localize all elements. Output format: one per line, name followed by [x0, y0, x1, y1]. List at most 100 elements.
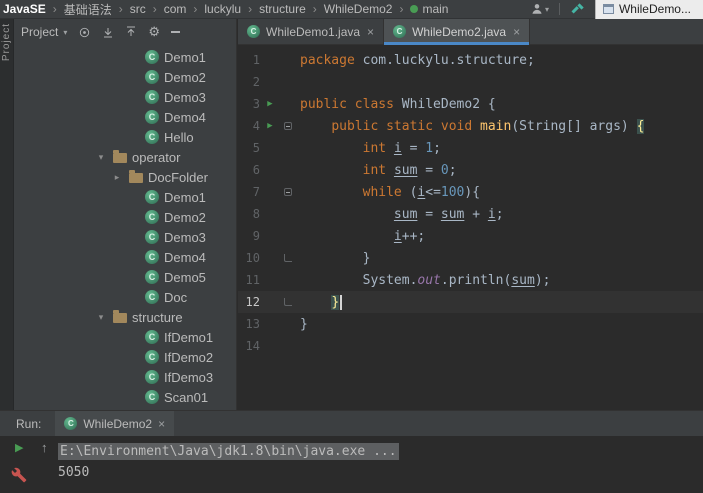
code-line-6[interactable]: 6 int sum = 0; [238, 159, 703, 181]
close-icon[interactable]: × [367, 25, 374, 39]
tree-item-Demo4[interactable]: C Demo4 [14, 107, 236, 127]
code-line-8[interactable]: 8 sum = sum + i; [238, 203, 703, 225]
folder-icon [129, 170, 143, 183]
code-line-text: int sum = 0; [362, 162, 457, 178]
tree-item-label: Demo1 [164, 49, 206, 65]
code-line-text: sum = sum + i; [393, 206, 504, 222]
code-line-text: while (i<=100){ [362, 184, 481, 200]
tree-item-structure[interactable]: ▾ structure [14, 307, 236, 327]
class-icon: C [145, 390, 159, 404]
tree-item-label: Demo2 [164, 209, 206, 225]
code-line-4[interactable]: 4 ▶ public static void main(String[] args… [238, 115, 703, 137]
line-number: 12 [245, 295, 260, 309]
class-icon: C [145, 110, 159, 124]
tree-item-Demo1[interactable]: C Demo1 [14, 187, 236, 207]
editor-tab-WhileDemo2.java[interactable]: C WhileDemo2.java × [384, 19, 531, 45]
tree-item-label: Hello [164, 129, 194, 145]
code-line-2[interactable]: 2 [238, 71, 703, 93]
code-line-text: int i = 1; [362, 140, 441, 156]
code-area[interactable]: 1 package com.luckylu.structure; 2 3 ▶ public… [238, 45, 703, 410]
code-line-text: } [300, 294, 343, 310]
locate-file-icon[interactable] [78, 26, 91, 39]
breadcrumb-item-WhileDemo2[interactable]: WhileDemo2 [324, 2, 393, 16]
tree-item-IfDemo1[interactable]: C IfDemo1 [14, 327, 236, 347]
line-number: 14 [245, 339, 260, 353]
breadcrumb-separator: › [193, 2, 198, 16]
run-panel-body: ▶ ↑ E:\Environment\Java\jdk1.8\bin\java.… [0, 436, 703, 493]
run-line-icon[interactable]: ▶ [260, 99, 280, 109]
gear-icon[interactable]: ⚙ [148, 25, 160, 38]
fold-marker-icon[interactable] [284, 254, 292, 262]
build-button[interactable] [568, 2, 587, 17]
main-toolbar: JavaSE › 基础语法 › src › com › luckylu › structure › Wh… [0, 0, 703, 19]
code-line-10[interactable]: 10 } [238, 247, 703, 269]
tree-item-Demo4[interactable]: C Demo4 [14, 247, 236, 267]
run-tab[interactable]: C WhileDemo2 × [55, 411, 175, 436]
fold-marker-icon[interactable] [284, 188, 292, 196]
project-panel-toolbar: ⚙ [78, 25, 181, 39]
hide-panel-icon[interactable] [171, 31, 181, 33]
code-line-13[interactable]: 13} [238, 313, 703, 335]
class-icon: C [145, 350, 159, 364]
editor-tabbar: C WhileDemo1.java × C WhileDemo2.java × [238, 19, 703, 45]
code-line-3[interactable]: 3 ▶ public class WhileDemo2 { [238, 93, 703, 115]
expand-all-icon[interactable] [102, 26, 114, 38]
up-stacktrace-icon[interactable]: ↑ [41, 440, 48, 455]
breadcrumb-item-structure[interactable]: structure [259, 2, 306, 16]
line-number: 7 [252, 185, 260, 199]
console-output[interactable]: E:\Environment\Java\jdk1.8\bin\java.exe … [58, 436, 703, 493]
rerun-icon[interactable]: ▶ [15, 441, 23, 454]
run-line-icon[interactable]: ▶ [260, 121, 280, 131]
close-icon[interactable]: × [158, 417, 165, 431]
tree-item-Demo3[interactable]: C Demo3 [14, 227, 236, 247]
editor-tab-WhileDemo1.java[interactable]: C WhileDemo1.java × [238, 19, 385, 44]
tree-item-IfDemo2[interactable]: C IfDemo2 [14, 347, 236, 367]
code-line-12[interactable]: 12 } [238, 291, 703, 313]
folder-icon [113, 310, 127, 323]
breadcrumb-item-com[interactable]: com [164, 2, 187, 16]
tree-item-Demo2[interactable]: C Demo2 [14, 207, 236, 227]
tree-item-Demo5[interactable]: C Demo5 [14, 267, 236, 287]
project-view-selector[interactable]: Project ▾ [21, 25, 67, 39]
fold-marker-icon[interactable] [284, 122, 292, 130]
code-line-5[interactable]: 5 int i = 1; [238, 137, 703, 159]
tree-item-operator[interactable]: ▾ operator [14, 147, 236, 167]
breadcrumb-item-基础语法[interactable]: 基础语法 [64, 1, 112, 18]
breadcrumb-separator: › [399, 2, 404, 16]
tree-item-Demo2[interactable]: C Demo2 [14, 67, 236, 87]
wrench-settings-icon[interactable] [11, 467, 27, 488]
tree-item-IfDemo3[interactable]: C IfDemo3 [14, 367, 236, 387]
collapse-all-icon[interactable] [125, 26, 137, 38]
tree-item-Demo1[interactable]: C Demo1 [14, 47, 236, 67]
tree-item-DocFolder[interactable]: ▸ DocFolder [14, 167, 236, 187]
breadcrumb-item-luckylu[interactable]: luckylu [204, 2, 241, 16]
code-line-7[interactable]: 7 while (i<=100){ [238, 181, 703, 203]
tree-item-label: Demo4 [164, 249, 206, 265]
user-account-button[interactable]: ▾ [528, 2, 551, 16]
code-line-1[interactable]: 1 package com.luckylu.structure; [238, 49, 703, 71]
code-line-11[interactable]: 11 System.out.println(sum); [238, 269, 703, 291]
console-text: E:\Environment\Java\jdk1.8\bin\java.exe … [58, 443, 399, 460]
code-line-14[interactable]: 14 [238, 335, 703, 357]
tree-item-label: structure [132, 309, 183, 325]
run-toolbar: ▶ ↑ [0, 436, 58, 493]
breadcrumb-item-src[interactable]: src [130, 2, 146, 16]
line-number: 13 [245, 317, 260, 331]
class-icon: C [145, 130, 159, 144]
project-strip-label[interactable]: Project [1, 23, 12, 61]
tree-item-Scan01[interactable]: C Scan01 [14, 387, 236, 407]
tree-item-Hello[interactable]: C Hello [14, 127, 236, 147]
tree-item-Demo3[interactable]: C Demo3 [14, 87, 236, 107]
code-line-9[interactable]: 9 i++; [238, 225, 703, 247]
breadcrumb-item-JavaSE[interactable]: JavaSE [3, 2, 46, 16]
breadcrumb-item-main[interactable]: main [410, 2, 448, 16]
tree-item-Doc[interactable]: C Doc [14, 287, 236, 307]
close-icon[interactable]: × [513, 25, 520, 39]
user-icon [532, 4, 542, 14]
tree-item-label: DocFolder [148, 169, 208, 185]
tree-item-label: IfDemo2 [164, 349, 214, 365]
tree-item-label: Scan01 [164, 389, 209, 405]
floating-window-tab[interactable]: WhileDemo... [594, 0, 703, 19]
fold-marker-icon[interactable] [284, 298, 292, 306]
line-number: 4 [252, 119, 260, 133]
